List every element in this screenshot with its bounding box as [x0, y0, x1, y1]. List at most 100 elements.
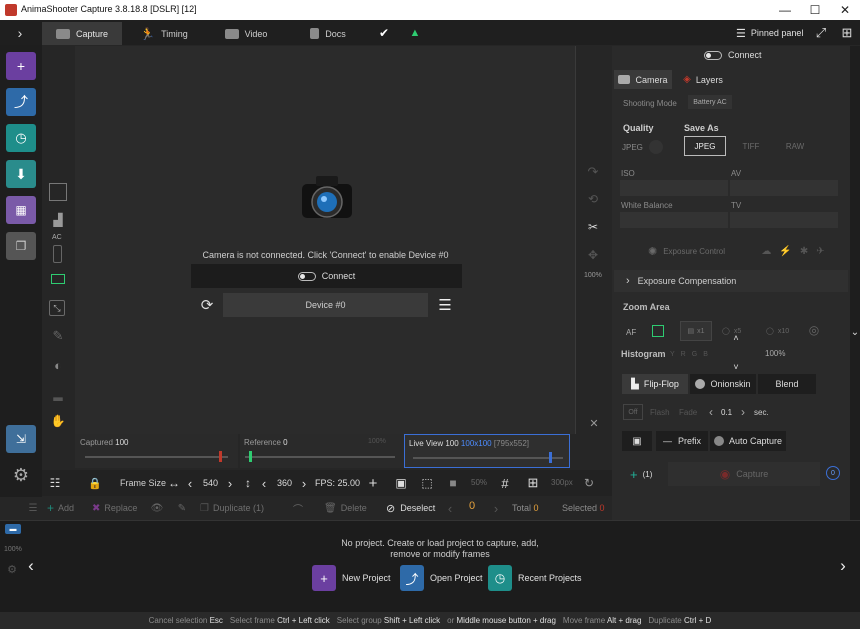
reference-opacity-marker[interactable] — [249, 451, 252, 462]
pinned-panel-button[interactable]: ☰ Pinned panel — [736, 26, 803, 40]
scroll-down-arrow-icon[interactable]: ⌄ — [850, 326, 860, 338]
flip-off-button[interactable]: Off — [623, 404, 643, 420]
flip-icon[interactable]: ↷ — [584, 163, 602, 181]
height-decrease-button[interactable]: ‹ — [258, 474, 270, 492]
image-icon[interactable]: ▦ — [6, 196, 36, 224]
zoom-x1-button[interactable]: ▤ x1 — [680, 321, 712, 341]
settings-gear-icon[interactable]: ⚙ — [8, 462, 34, 488]
flash-button[interactable]: Flash — [650, 408, 670, 417]
tab-timing[interactable]: 🏃 Timing — [124, 22, 204, 45]
resize-icon[interactable]: ⤡ — [49, 300, 65, 316]
safe-area-icon[interactable]: ▣ — [392, 474, 410, 492]
lock-icon[interactable]: 🔒 — [88, 474, 102, 492]
expand-down-icon[interactable]: ˅ — [730, 362, 742, 372]
af-frame-icon[interactable] — [652, 325, 664, 337]
shooting-mode-value[interactable]: Battery AC — [688, 95, 732, 109]
timeline-settings-icon[interactable]: ⚙ — [5, 562, 19, 576]
film-strip-icon[interactable]: ▬ — [5, 524, 21, 534]
blend-tab[interactable]: Blend — [758, 374, 816, 394]
thirds-grid-icon[interactable]: # — [496, 474, 514, 492]
capture-button[interactable]: ◉ Capture — [668, 462, 820, 486]
warning-icon[interactable]: ▲ — [405, 24, 425, 42]
save-as-tiff[interactable]: TIFF — [734, 136, 768, 156]
captured-panel[interactable]: Captured 100 — [75, 434, 238, 468]
onionskin-tab[interactable]: Onionskin — [690, 374, 756, 394]
export-icon[interactable]: ⇲ — [6, 425, 36, 453]
levels-icon[interactable]: ▂ — [49, 385, 67, 403]
panel-connect-button[interactable]: Connect — [704, 48, 762, 62]
tab-docs[interactable]: Docs — [288, 22, 368, 45]
quality-select[interactable]: JPEG — [622, 137, 668, 157]
height-value[interactable]: 360 — [277, 478, 292, 488]
duplicate-frame-button[interactable]: ❐ Duplicate (1) — [200, 500, 264, 516]
height-increase-button[interactable]: › — [298, 474, 310, 492]
zoom-x10-button[interactable]: ◯ x10 — [766, 325, 789, 337]
exposure-mode-icons[interactable]: ☁ ⚡ ✱ ✈ — [758, 243, 828, 259]
fade-button[interactable]: Fade — [679, 408, 697, 417]
next-frame-button[interactable]: › — [490, 500, 502, 516]
delete-frame-button[interactable]: 🗑 Delete — [324, 500, 367, 516]
width-increase-button[interactable]: › — [224, 474, 236, 492]
prefix-button[interactable]: — Prefix — [656, 431, 708, 451]
af-label[interactable]: AF — [626, 328, 636, 337]
maximize-button[interactable]: ☐ — [800, 0, 830, 20]
width-value[interactable]: 540 — [203, 478, 218, 488]
hold-icon[interactable]: ⌒ — [290, 500, 306, 516]
replace-frame-button[interactable]: ✖ Replace — [92, 500, 137, 516]
scroll-left-button[interactable]: ‹ — [24, 556, 38, 576]
captured-opacity-marker[interactable] — [219, 451, 222, 462]
frame-guide-icon[interactable] — [51, 274, 65, 284]
tab-camera[interactable]: Camera — [614, 70, 672, 89]
frames-icon[interactable]: ❐ — [6, 232, 36, 260]
tv-field[interactable] — [730, 212, 838, 228]
previous-frame-button[interactable]: ‹ — [444, 500, 456, 516]
tab-layers[interactable]: ◈ Layers — [674, 70, 732, 89]
histogram-channels[interactable]: Y R G B — [670, 349, 708, 360]
tab-video[interactable]: Video — [206, 22, 286, 45]
device-selector[interactable]: Device #0 — [223, 293, 428, 317]
auto-capture-button[interactable]: Auto Capture — [710, 431, 786, 451]
contrast-icon[interactable]: ◐ — [49, 356, 67, 374]
collapse-up-icon[interactable]: ˄ — [730, 333, 742, 343]
rotate-icon[interactable]: ⟲ — [584, 190, 602, 208]
capture-mode-icon[interactable]: ▣ — [622, 431, 652, 451]
minimize-button[interactable]: — — [770, 0, 800, 20]
save-as-jpeg[interactable]: JPEG — [684, 136, 726, 156]
fade-increase-button[interactable]: › — [738, 404, 748, 420]
flip-flop-tab[interactable]: ▙ Flip-Flop — [622, 374, 688, 394]
timeline-new-project-button[interactable]: + New Project — [312, 564, 391, 592]
crop-icon[interactable]: ✂ — [584, 218, 602, 236]
save-as-raw[interactable]: RAW — [778, 136, 812, 156]
fade-value[interactable]: 0.1 — [721, 408, 732, 417]
liveview-opacity-marker[interactable] — [549, 452, 552, 463]
refresh-icon[interactable]: ⟳ — [198, 296, 216, 314]
timeline-open-project-button[interactable]: ⤴ Open Project — [400, 564, 483, 592]
av-field[interactable] — [730, 180, 838, 196]
viewport-connect-button[interactable]: Connect — [191, 264, 462, 288]
expand-chevron-icon[interactable]: › — [10, 24, 30, 42]
scroll-right-button[interactable]: › — [836, 556, 850, 576]
new-project-icon[interactable]: + — [6, 52, 36, 80]
checkmark-icon[interactable]: ✔ — [374, 24, 394, 42]
loop-icon[interactable]: ↻ — [580, 474, 598, 492]
close-overlay-icon[interactable]: ✕ — [587, 416, 601, 430]
zoom-target-icon[interactable]: ◎ — [806, 322, 822, 338]
open-project-icon[interactable]: ⤴ — [6, 88, 36, 116]
reference-panel[interactable]: Reference 0 100% — [240, 434, 404, 468]
fill-icon[interactable]: ■ — [444, 474, 462, 492]
grid-icon[interactable]: ⊞ — [838, 24, 856, 42]
fade-decrease-button[interactable]: ‹ — [706, 404, 716, 420]
list-menu-icon[interactable]: ☰ — [26, 501, 40, 515]
close-button[interactable]: ✕ — [830, 0, 860, 20]
hand-icon[interactable]: ✋ — [49, 412, 67, 430]
exposure-control-button[interactable]: ✺ Exposure Control — [648, 243, 725, 259]
iso-field[interactable] — [620, 180, 728, 196]
grid-px[interactable]: 300px — [551, 478, 573, 487]
move-icon[interactable]: ✥ — [584, 246, 602, 264]
eye-icon[interactable]: 👁 — [150, 500, 164, 516]
tab-capture[interactable]: Capture — [42, 22, 122, 45]
layers-icon[interactable] — [49, 183, 67, 201]
histogram-icon[interactable]: ▟ — [49, 211, 67, 229]
deselect-button[interactable]: ⊘ Deselect — [386, 500, 435, 516]
recent-projects-icon[interactable]: ◷ — [6, 124, 36, 152]
